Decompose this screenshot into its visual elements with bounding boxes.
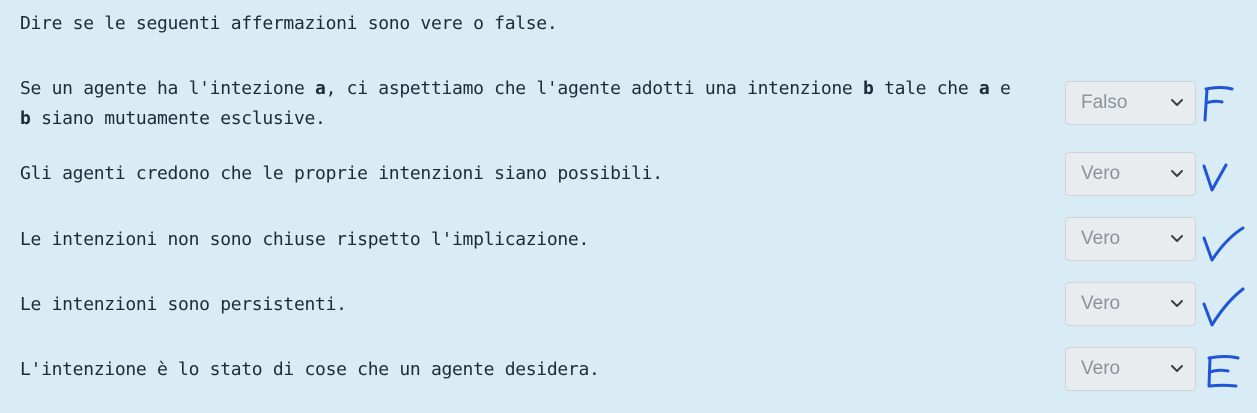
statement-5: L'intenzione è lo stato di cose che un a… <box>20 359 600 380</box>
variable-a: a <box>978 78 990 99</box>
statement-4: Le intenzioni sono persistenti. <box>20 294 347 315</box>
handwritten-check-mark <box>1202 163 1228 192</box>
answer-select-3[interactable]: Vero <box>1065 217 1196 261</box>
selected-value: Vero <box>1081 163 1121 184</box>
answer-select-4[interactable]: Vero <box>1065 282 1196 326</box>
selected-value: Falso <box>1081 92 1128 113</box>
answer-select-2[interactable]: Vero <box>1065 152 1196 196</box>
chevron-down-icon <box>1171 300 1183 307</box>
variable-b: b <box>862 78 874 99</box>
variable-a: a <box>315 78 326 99</box>
handwritten-f-mark <box>1203 86 1234 122</box>
statement-1: Se un agente ha l'intezione a, ci aspett… <box>20 78 1011 129</box>
selected-value: Vero <box>1081 358 1121 379</box>
answer-select-5[interactable]: Vero <box>1065 347 1196 391</box>
instructions-text: Dire se le seguenti affermazioni sono ve… <box>20 13 558 34</box>
chevron-down-icon <box>1171 170 1183 177</box>
handwritten-check-mark <box>1202 287 1245 327</box>
statement-3: Le intenzioni non sono chiuse rispetto l… <box>20 229 589 250</box>
chevron-down-icon <box>1171 99 1183 106</box>
question-panel: Dire se le seguenti affermazioni sono ve… <box>0 0 1257 413</box>
variable-b: b <box>20 108 31 129</box>
selected-value: Vero <box>1081 228 1121 249</box>
statement-2: Gli agenti credono che le proprie intenz… <box>20 163 663 184</box>
selected-value: Vero <box>1081 293 1121 314</box>
handwritten-f-mark <box>1207 355 1240 388</box>
chevron-down-icon <box>1171 235 1183 242</box>
handwritten-check-mark <box>1202 226 1245 262</box>
chevron-down-icon <box>1171 365 1183 372</box>
answer-select-1[interactable]: Falso <box>1065 81 1196 125</box>
